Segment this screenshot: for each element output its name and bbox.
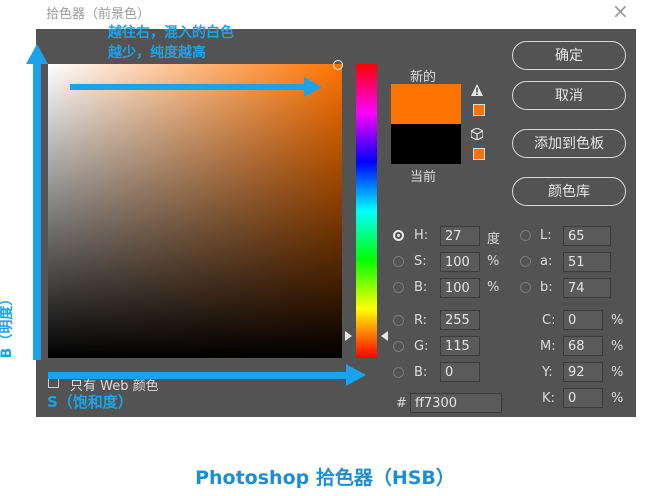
figure-caption: Photoshop 拾色器（HSB） bbox=[195, 467, 455, 489]
horizontal-arrow-bottom bbox=[48, 364, 366, 386]
annotation-bottom-axis: S（饱和度） bbox=[47, 393, 133, 411]
vertical-arrow bbox=[26, 44, 48, 360]
annotation-top-line1: 越往右，混入的白色 bbox=[108, 25, 234, 41]
annotation-top-line2: 越少，纯度越高 bbox=[108, 45, 206, 61]
horizontal-arrow-top bbox=[70, 77, 322, 97]
annotation-arrows bbox=[26, 44, 366, 386]
annotation-left-axis: B（明度） bbox=[0, 291, 15, 359]
